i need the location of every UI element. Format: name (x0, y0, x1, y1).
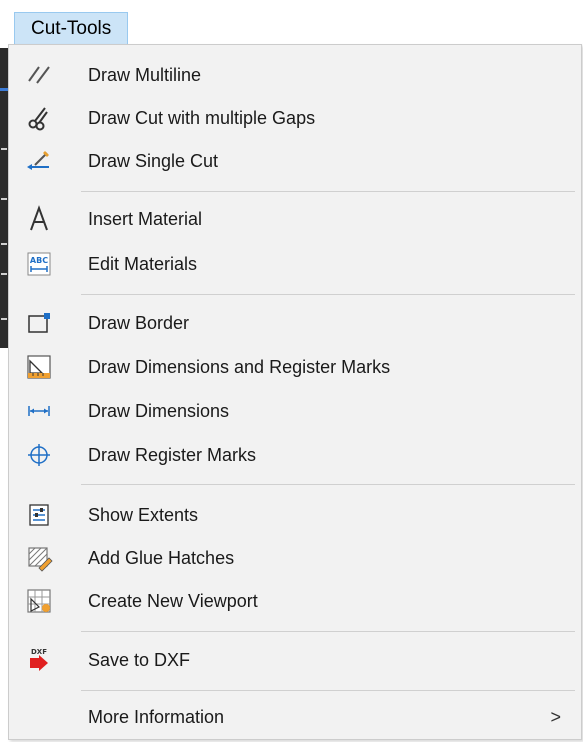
dimension-arrows-icon (25, 397, 53, 425)
background-glyph (1, 318, 7, 320)
menu-separator (81, 191, 575, 192)
submenu-arrow-icon: > (550, 707, 561, 727)
menu-item-more-information[interactable]: More Information > (15, 697, 575, 737)
menu-item-insert-material[interactable]: Insert Material (15, 199, 575, 239)
extents-list-icon (25, 501, 53, 529)
menu-item-label: Draw Single Cut (88, 151, 219, 171)
menu-item-label: Save to DXF (88, 650, 191, 670)
background-glyph (1, 273, 7, 275)
multiline-icon (25, 61, 53, 89)
menu-item-draw-single-cut[interactable]: Draw Single Cut (15, 141, 575, 181)
menu-item-show-extents[interactable]: Show Extents (15, 495, 575, 535)
border-rectangle-icon (25, 309, 53, 337)
menu-item-draw-multiline[interactable]: Draw Multiline (15, 55, 575, 95)
menu-item-label: Create New Viewport (88, 591, 258, 611)
menu-item-draw-register-marks[interactable]: Draw Register Marks (15, 435, 575, 475)
menu-item-add-glue-hatches[interactable]: Add Glue Hatches (15, 538, 575, 578)
background-glyph (1, 243, 7, 245)
menu-item-label: Add Glue Hatches (88, 548, 235, 568)
letter-a-icon (25, 205, 53, 233)
menu-item-label: Draw Border (88, 313, 190, 333)
menu-item-save-to-dxf[interactable]: DXF Save to DXF (15, 640, 575, 680)
dxf-export-icon: DXF (25, 646, 53, 674)
crosshair-icon (25, 441, 53, 469)
menu-item-label: More Information (88, 707, 225, 727)
menu-separator (81, 484, 575, 485)
menu-item-label: Draw Dimensions and Register Marks (88, 357, 391, 377)
menu-item-label: Draw Multiline (88, 65, 202, 85)
menu-item-label: Edit Materials (88, 254, 198, 274)
background-glyph (1, 198, 7, 200)
menu-item-create-new-viewport[interactable]: Create New Viewport (15, 581, 575, 621)
menu-item-label: Insert Material (88, 209, 203, 229)
menu-item-label: Draw Dimensions (88, 401, 230, 421)
ruler-triangle-icon (25, 353, 53, 381)
menu-item-edit-materials[interactable]: ABC Edit Materials (15, 244, 575, 284)
menu-item-draw-cut-multiple-gaps[interactable]: Draw Cut with multiple Gaps (15, 98, 575, 138)
menu-item-draw-dimensions-register-marks[interactable]: Draw Dimensions and Register Marks (15, 347, 575, 387)
menubar-cut-tools[interactable]: Cut-Tools (14, 12, 129, 45)
menu-item-draw-border[interactable]: Draw Border (15, 303, 575, 343)
background-accent (0, 88, 8, 91)
menu-item-label: Draw Cut with multiple Gaps (88, 108, 316, 128)
cut-tools-dropdown-menu: Draw Multiline Draw Cut with multiple Ga… (8, 44, 582, 740)
menu-separator (81, 631, 575, 632)
svg-text:ABC: ABC (30, 256, 48, 265)
single-cut-icon (25, 147, 53, 175)
menu-separator (81, 294, 575, 295)
dxf-icon-text: DXF (31, 648, 47, 656)
background-glyph (1, 148, 7, 150)
hatch-pencil-icon (25, 544, 53, 572)
abc-dimension-icon: ABC (25, 250, 53, 278)
menu-separator (81, 690, 575, 691)
menu-item-label: Show Extents (88, 505, 199, 525)
menu-item-draw-dimensions[interactable]: Draw Dimensions (15, 391, 575, 431)
menu-item-label: Draw Register Marks (88, 445, 257, 465)
background-app-strip (0, 48, 8, 348)
viewport-grid-icon (25, 587, 53, 615)
scissors-icon (25, 104, 53, 132)
